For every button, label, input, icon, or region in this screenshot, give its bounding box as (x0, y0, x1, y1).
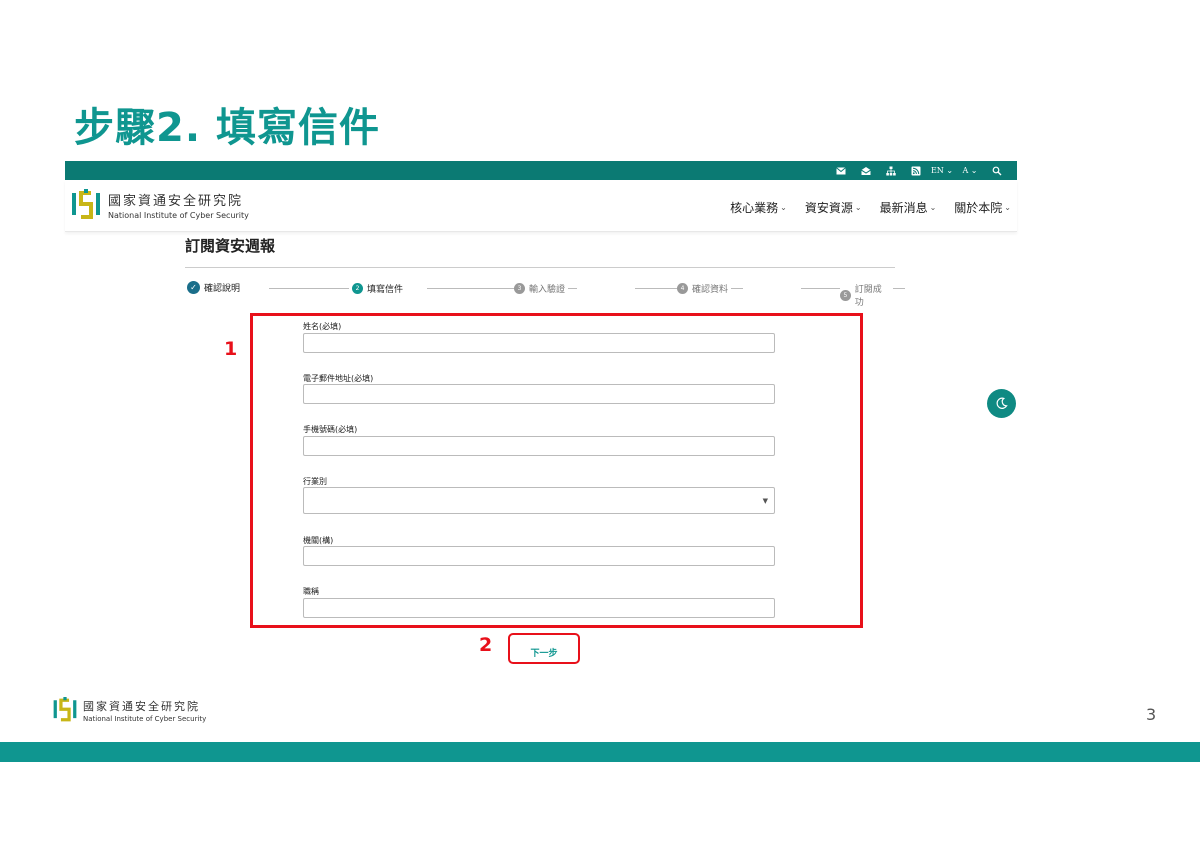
nics-logo-icon (72, 189, 100, 219)
rss-icon[interactable] (903, 161, 928, 180)
language-switch[interactable]: EN ⌄ (928, 161, 956, 180)
chevron-down-icon: ⌄ (1004, 203, 1011, 212)
annotation-marker-1: 1 (224, 338, 238, 360)
step-number: 3 (514, 283, 525, 294)
search-icon[interactable] (984, 161, 1009, 180)
step-confirm-data: 4 確認資料 (677, 282, 732, 295)
site-header: 國家資通安全研究院 National Institute of Cyber Se… (65, 180, 1017, 232)
font-size-switch[interactable]: A ⌄ (956, 161, 984, 180)
step-fill-letter: 2 填寫信件 (352, 282, 407, 295)
dark-mode-toggle[interactable] (987, 389, 1016, 418)
step-connector (269, 288, 349, 289)
form-highlight-box (250, 313, 863, 628)
site-name-cn: 國家資通安全研究院 (108, 194, 244, 209)
chevron-down-icon: ⌄ (780, 203, 787, 212)
sitemap-icon[interactable] (878, 161, 903, 180)
annotation-marker-2: 2 (479, 634, 493, 656)
form-title: 訂閱資安週報 (185, 237, 276, 255)
chevron-down-icon: ⌄ (929, 203, 937, 212)
footer-name-cn: 國家資通安全研究院 (83, 699, 200, 713)
step-progress: ✓ 確認說明 2 填寫信件 3 輸入驗證 4 確認資料 5 訂閱成功 (187, 281, 905, 308)
mail-icon[interactable] (828, 161, 853, 180)
chevron-down-icon: ⌄ (854, 203, 862, 212)
nav-item-news[interactable]: 最新消息 ⌄ (880, 199, 937, 216)
nics-logo-icon (53, 697, 77, 722)
main-nav: 核心業務 ⌄ 資安資源 ⌄ 最新消息 ⌄ 關於本院 ⌄ (730, 199, 1011, 216)
step-number: 4 (677, 283, 688, 294)
mail-open-icon[interactable] (853, 161, 878, 180)
footer-logo: 國家資通安全研究院 National Institute of Cyber Se… (52, 695, 206, 725)
footer-name-en: National Institute of Cyber Security (83, 714, 207, 723)
nav-item-about[interactable]: 關於本院 ⌄ (954, 199, 1011, 216)
utility-bar: EN ⌄ A ⌄ (65, 161, 1017, 180)
page-number: 3 (1146, 705, 1157, 724)
nav-item-security-resources[interactable]: 資安資源 ⌄ (805, 199, 862, 216)
divider (185, 267, 895, 268)
step-confirm-description: ✓ 確認說明 (187, 281, 244, 294)
slide-title: 步驟2. 填寫信件 (74, 105, 380, 151)
site-name-en: National Institute of Cyber Security (108, 211, 249, 220)
bottom-band (0, 742, 1200, 762)
step-enter-verification: 3 輸入驗證 (514, 282, 569, 295)
button-highlight-box (508, 633, 580, 664)
step-subscribe-success: 5 訂閱成功 (840, 282, 893, 308)
step-number: 5 (840, 289, 851, 301)
nav-item-core-business[interactable]: 核心業務 ⌄ (730, 199, 787, 216)
check-icon: ✓ (187, 281, 200, 294)
step-number: 2 (352, 283, 363, 294)
site-logo[interactable]: 國家資通安全研究院 National Institute of Cyber Se… (70, 187, 249, 223)
moon-icon (996, 397, 1008, 409)
